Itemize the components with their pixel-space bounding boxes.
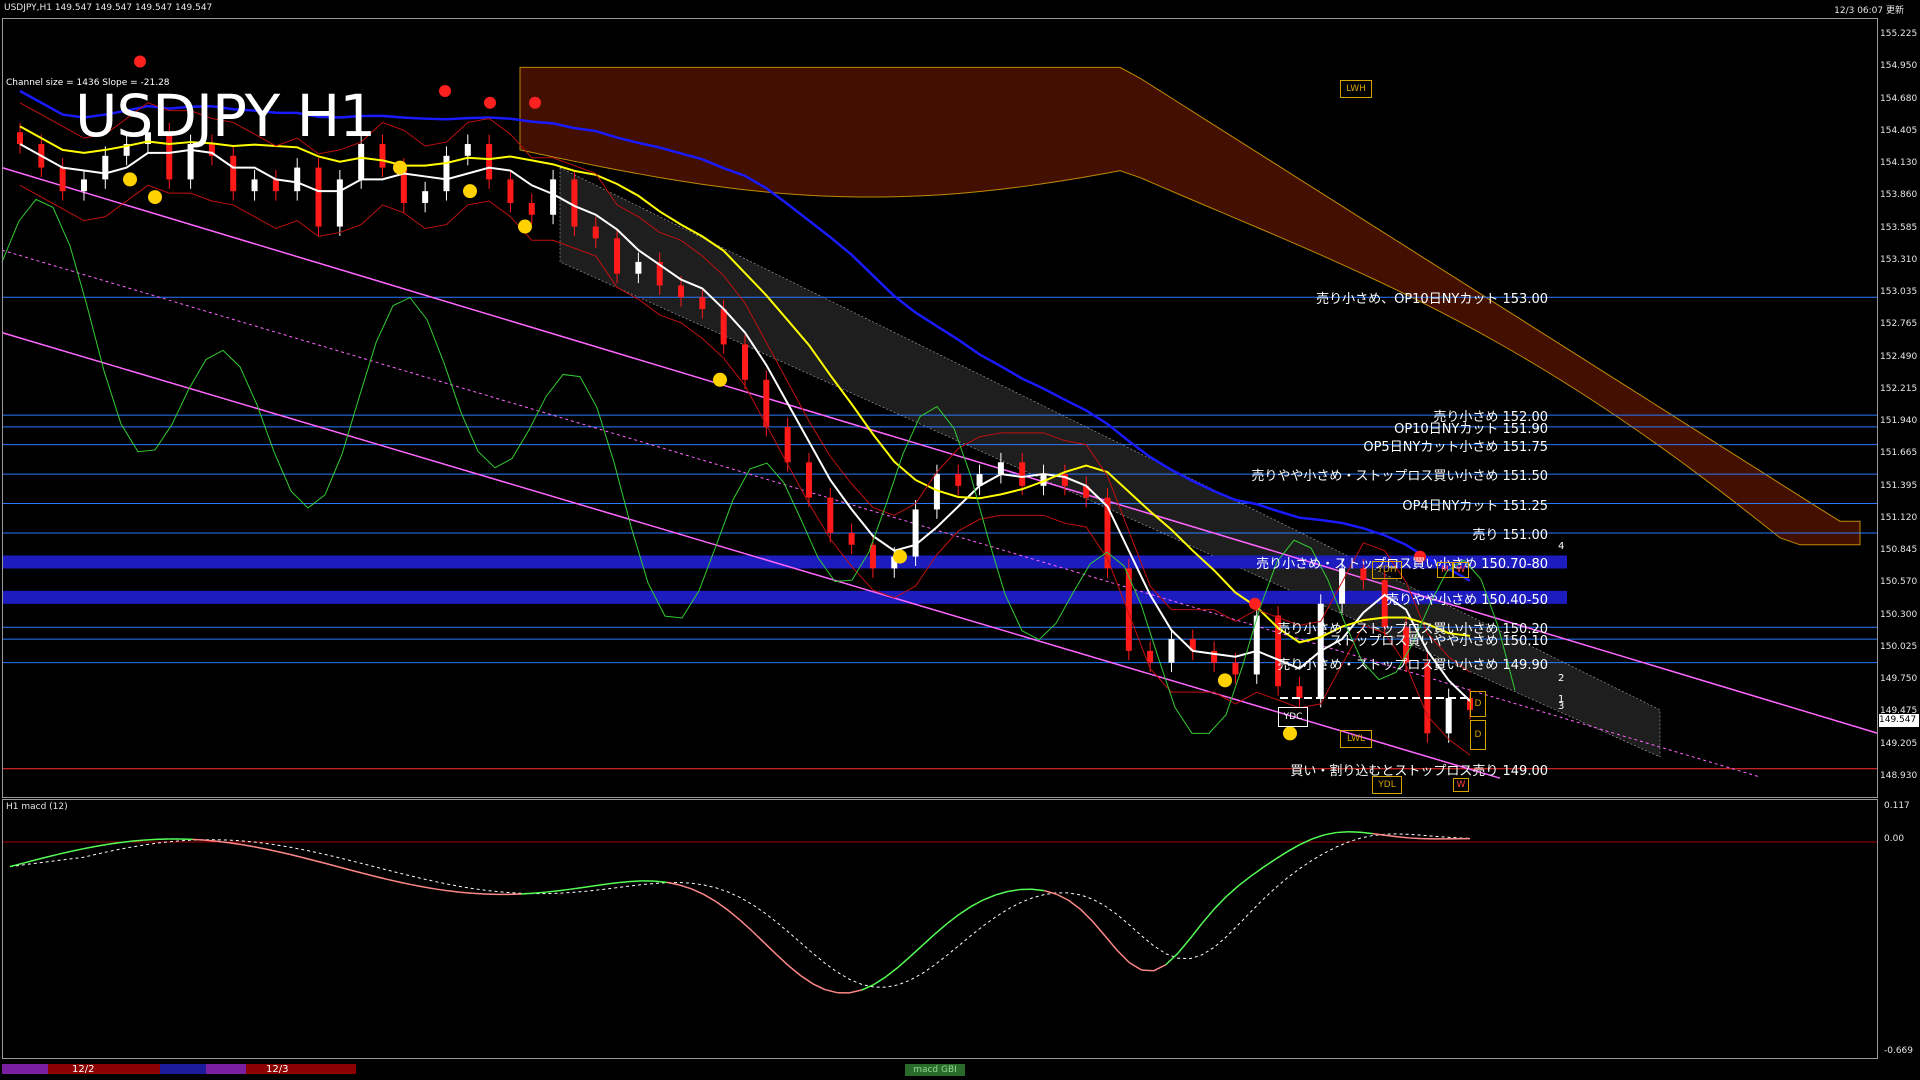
level-label: 売り小さめ・ストップロス買い小さめ 149.90 [1277, 657, 1548, 673]
price-tick-label: 154.405 [1880, 125, 1918, 136]
level-label: 買い・割り込むとストップロス売り 149.00 [1290, 763, 1548, 779]
time-seg-4 [206, 1064, 246, 1074]
symbol-info-text: USDJPY,H1 149.547 149.547 149.547 149.54… [4, 3, 213, 13]
price-tick-label: 148.930 [1880, 771, 1918, 781]
level-label: 売りやや小さめ・ストップロス買い小さめ 151.50 [1251, 469, 1548, 485]
price-tick-label: 153.035 [1880, 287, 1918, 298]
price-tick-label: 153.585 [1880, 222, 1918, 233]
macd-tab[interactable]: macd GBI [905, 1064, 965, 1076]
level-label: OP5日NYカット小さめ 151.75 [1363, 439, 1548, 455]
current-price-marker: 149.547 [1879, 714, 1919, 727]
price-tick-label: 150.845 [1880, 545, 1918, 556]
label-2: 2 [1558, 673, 1565, 684]
label-4: 4 [1558, 541, 1565, 552]
level-label: ストップロス買いやや小さめ 150.10 [1329, 634, 1548, 650]
price-tick-label: 149.750 [1880, 674, 1918, 685]
label-3: 3 [1558, 701, 1565, 712]
price-tick-label: 152.490 [1880, 351, 1918, 362]
level-label: 売りやや小さめ 150.40-50 [1386, 592, 1548, 608]
level-label: 売り小さめ、OP10日NYカット 153.00 [1316, 292, 1548, 308]
symbol-title: USDJPY H1 [75, 82, 376, 150]
level-label: 売り小さめ・ストップロス買い小さめ 150.70-80 [1256, 557, 1548, 573]
macd-title: H1 macd (12) [6, 802, 68, 812]
macd-scale-zero: 0.00 [1884, 834, 1905, 844]
price-tick-label: 154.950 [1880, 61, 1918, 72]
ydh-tag: YDH [1372, 561, 1402, 579]
level-label: OP10日NYカット 151.90 [1394, 421, 1548, 437]
level-label: 売り 151.00 [1472, 528, 1548, 543]
price-tick-label: 154.680 [1880, 93, 1918, 104]
chart-window: USDJPY,H1 149.547 149.547 149.547 149.54… [0, 0, 1920, 1080]
macd-chart-border [2, 799, 1878, 1059]
price-tick-label: 150.025 [1880, 641, 1918, 652]
lwh-tag: LWH [1340, 80, 1372, 98]
price-tick-label: 153.860 [1880, 190, 1918, 201]
macd-scale-bottom: -0.669 [1884, 1046, 1914, 1056]
price-tick-label: 151.665 [1880, 448, 1918, 459]
lwl-tag: LWL [1340, 730, 1372, 748]
macd-scale-top: 0.117 [1884, 801, 1910, 811]
time-seg-5 [246, 1064, 356, 1074]
price-tick-label: 150.300 [1880, 609, 1918, 620]
d-tag-1: D [1470, 691, 1486, 717]
server-time-text: 12/3 06:07 更新 [1834, 6, 1904, 16]
time-seg-2 [48, 1064, 160, 1074]
price-tick-label: 151.940 [1880, 416, 1918, 427]
ydc-tag: YDC [1278, 707, 1308, 727]
price-tick-label: 149.205 [1880, 738, 1918, 749]
price-tick-label: 152.215 [1880, 383, 1918, 394]
price-tick-label: 155.225 [1880, 29, 1918, 39]
date-label-2: 12/3 [266, 1064, 289, 1075]
price-tick-label: 150.570 [1880, 577, 1918, 588]
ydl-tag: YDL [1372, 776, 1402, 794]
price-tick-label: 151.395 [1880, 480, 1918, 491]
time-seg-3 [160, 1064, 206, 1074]
w-tag: W [1453, 562, 1469, 578]
d-tag-2: D [1470, 720, 1486, 750]
price-tick-label: 151.120 [1880, 512, 1918, 523]
price-tick-label: 153.310 [1880, 254, 1918, 265]
date-label-1: 12/2 [72, 1064, 95, 1075]
price-tick-label: 152.765 [1880, 319, 1918, 330]
m-tag: M [1437, 562, 1453, 578]
level-label: OP4日NYカット 151.25 [1402, 498, 1548, 514]
price-tick-label: 154.130 [1880, 158, 1918, 169]
w-tag-2: W [1453, 778, 1469, 792]
time-seg-1 [2, 1064, 48, 1074]
